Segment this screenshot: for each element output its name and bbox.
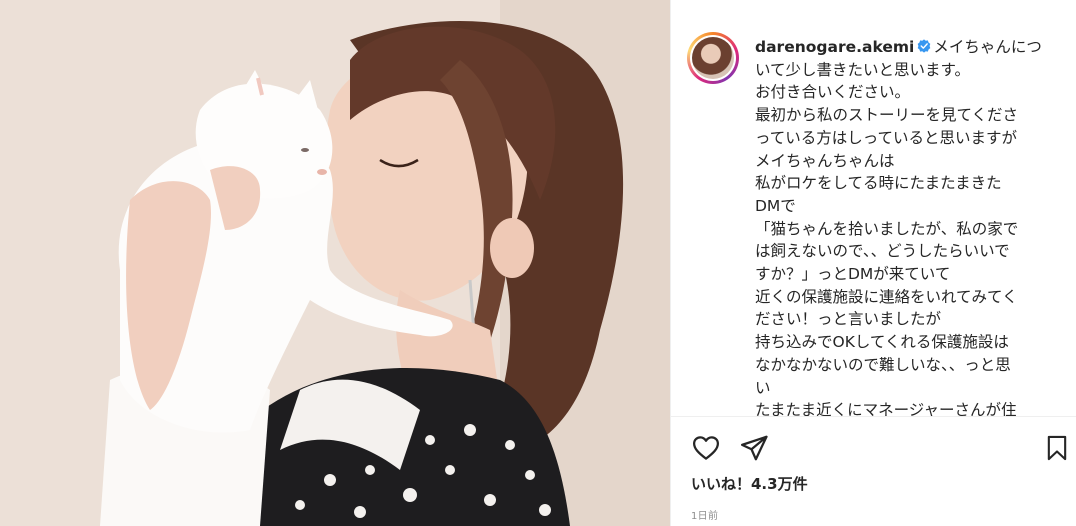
post-timestamp[interactable]: 1日前	[691, 507, 718, 522]
caption-line: 私がロケをしてる時にたまたまきた	[755, 174, 1002, 193]
caption-line: い	[755, 378, 771, 397]
avatar[interactable]	[687, 32, 739, 84]
caption-line: すか？」っとDMが来ていて	[755, 265, 951, 284]
avatar-image	[692, 37, 734, 79]
paper-plane-icon[interactable]	[739, 433, 769, 463]
likes-count[interactable]: いいね！4.3万件	[691, 473, 808, 494]
caption-line: なかなかないので難しいな、、っと思	[755, 355, 1011, 374]
action-bar: いいね！4.3万件 1日前	[671, 416, 1076, 526]
caption-line: メイちゃんにつ	[933, 38, 1042, 56]
caption-line: ださい！っと言いましたが	[755, 310, 942, 329]
caption-line: 持ち込みでOKしてくれる保護施設は	[755, 333, 1009, 352]
caption-line: 近くの保護施設に連絡をいれてみてく	[755, 287, 1018, 306]
heart-icon[interactable]	[691, 433, 721, 463]
avatar-inner	[690, 35, 736, 81]
caption-line: っている方はしっていると思いますが	[755, 128, 1017, 147]
caption-line: 最初から私のストーリーを見てくださ	[755, 106, 1019, 125]
caption-line: たまたま近くにマネージャーさんが住	[755, 401, 1017, 416]
caption-line: は飼えないので、、どうしたらいいで	[755, 242, 1010, 261]
verified-badge-icon	[918, 39, 931, 53]
caption-area[interactable]: darenogare.akemi メイちゃんにつ いて少し書きたいと思います。 お…	[671, 0, 1076, 416]
post-photo[interactable]	[0, 0, 670, 526]
post-caption: darenogare.akemi メイちゃんにつ いて少し書きたいと思います。 お…	[755, 36, 1071, 416]
caption-line: お付き合いください。	[755, 83, 911, 102]
caption-line: いて少し書きたいと思います。	[755, 60, 970, 79]
caption-line: 「猫ちゃんを拾いましたが、私の家で	[755, 219, 1019, 238]
caption-line: メイちゃんちゃんは	[755, 151, 895, 170]
post-side-panel: darenogare.akemi メイちゃんにつ いて少し書きたいと思います。 お…	[670, 0, 1076, 526]
photo-illustration	[0, 0, 670, 526]
caption-line: DMで	[755, 196, 796, 215]
bookmark-icon[interactable]	[1043, 433, 1071, 463]
username-link[interactable]: darenogare.akemi	[755, 38, 914, 56]
